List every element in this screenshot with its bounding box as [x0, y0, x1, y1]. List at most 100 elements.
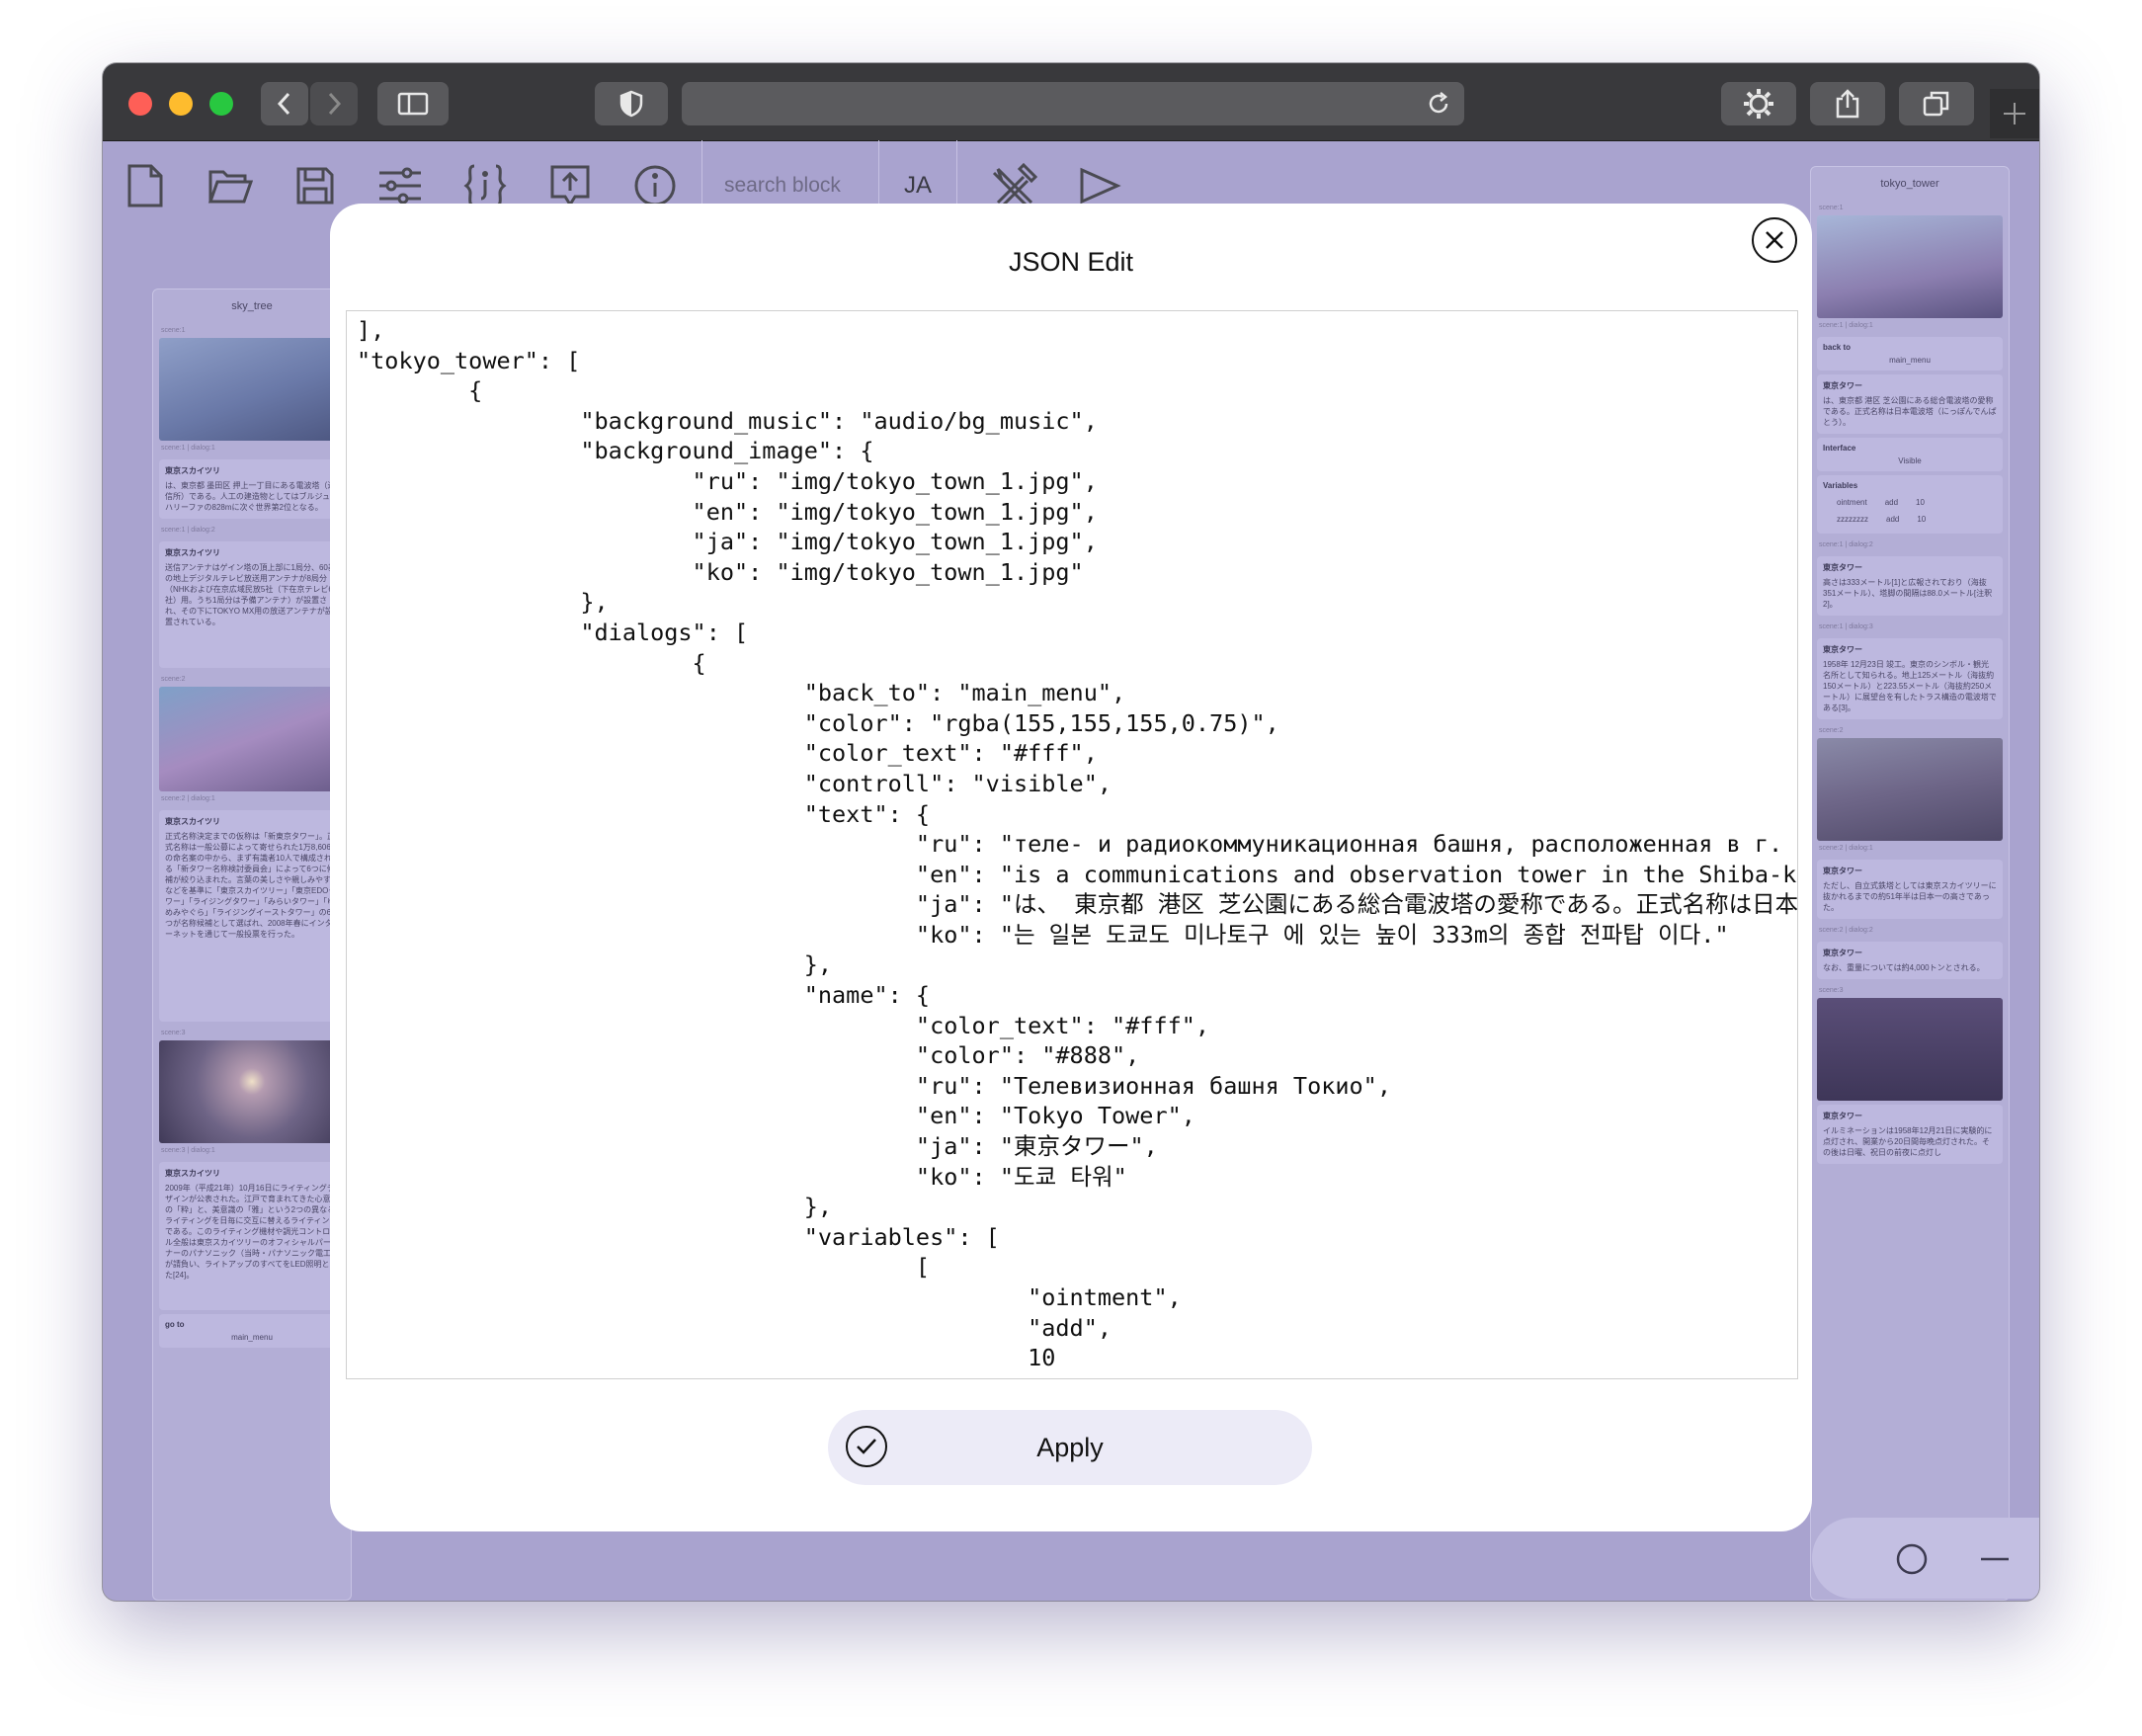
back-to-card[interactable]: back to main_menu	[1817, 337, 2003, 371]
scene-image	[159, 687, 345, 791]
forward-button[interactable]	[310, 82, 358, 125]
dialog-text: 正式名称決定までの仮称は「新東京タワー」。正式名称は一般公募によって寄せられた1…	[165, 832, 339, 939]
dialog-speaker: 東京タワー	[1823, 563, 1862, 572]
variable-value: 10	[1917, 515, 1927, 524]
dialog-card[interactable]: 東京スカイツリ は、東京都 墨田区 押上一丁目にある電波塔（送信所）である。人工…	[159, 459, 345, 519]
save-icon	[296, 167, 334, 205]
zoom-window-button[interactable]	[209, 92, 233, 116]
dialog-card[interactable]: 東京タワー イルミネーションは1958年12月21日に実験的に点灯され、開業から…	[1817, 1105, 2003, 1164]
json-braces-icon	[463, 164, 507, 207]
card-header: scene:3	[1819, 987, 1844, 994]
dialog-speaker: 東京タワー	[1823, 381, 1862, 390]
dialog-text: は、東京都 墨田区 押上一丁目にある電波塔（送信所）である。人工の建造物としては…	[165, 481, 338, 512]
back-to-target[interactable]: main_menu	[1823, 356, 1997, 365]
dialog-card[interactable]: 東京タワー なお、重量については約4,000トンとされる。	[1817, 942, 2003, 979]
modal-title: JSON Edit	[1008, 247, 1134, 277]
back-button[interactable]	[261, 82, 308, 125]
dialog-speaker: 東京タワー	[1823, 1112, 1862, 1120]
interface-label: Interface	[1823, 444, 1856, 453]
dialog-text: ただし、自立式鉄塔としては東京スカイツリーに抜かれるまでの約51年半は日本一の高…	[1823, 881, 1997, 912]
dialog-text: なお、重量については約4,000トンとされる。	[1823, 963, 1985, 972]
panel-title: tokyo_tower	[1880, 178, 1939, 190]
minus-icon[interactable]	[1978, 1542, 2012, 1576]
settings-button[interactable]	[1721, 82, 1796, 125]
left-scene-panel: sky_tree scene:1 scene:1 | dialog:1 東京スカ…	[152, 289, 352, 1601]
dialog-card[interactable]: 東京タワー 高さは333メートル[1]と広報されており（海抜 351メートル）、…	[1817, 556, 2003, 616]
chevron-right-icon	[328, 92, 342, 116]
info-icon	[634, 165, 676, 207]
variable-op: add	[1884, 498, 1899, 507]
dialog-text: 1958年 12月23日 竣工。東京のシンボル・観光名所として知られる。地上12…	[1823, 660, 1997, 712]
floating-controls	[1812, 1518, 2039, 1599]
card-header: scene:2 | dialog:1	[161, 795, 215, 802]
dialog-speaker: 東京タワー	[1823, 645, 1862, 654]
privacy-shield-button[interactable]	[595, 82, 668, 125]
variable-name: ointment	[1837, 498, 1867, 507]
open-file-button[interactable]	[188, 140, 273, 231]
dialog-speaker: 東京タワー	[1823, 867, 1862, 875]
circle-icon[interactable]	[1895, 1542, 1929, 1576]
sidebar-icon	[397, 92, 429, 116]
browser-titlebar	[103, 63, 2039, 141]
reload-icon[interactable]	[1427, 92, 1450, 116]
dialog-card[interactable]: 東京タワー 1958年 12月23日 竣工。東京のシンボル・観光名所として知られ…	[1817, 638, 2003, 719]
scene-image	[1817, 215, 2003, 318]
scene-image	[1817, 738, 2003, 841]
card-header: scene:1 | dialog:2	[1819, 541, 1873, 548]
dialog-speaker: 東京スカイツリ	[165, 466, 220, 475]
dialog-text: 送信アンテナはゲイン塔の頂上部に1局分、60基の地上デジタルテレビ放送用アンテナ…	[165, 563, 336, 626]
card-header: scene:2	[161, 676, 186, 683]
interface-value[interactable]: Visible	[1823, 456, 1997, 465]
minimize-window-button[interactable]	[169, 92, 193, 116]
goto-target[interactable]: main_menu	[165, 1333, 339, 1342]
variable-name: zzzzzzzz	[1837, 515, 1868, 524]
json-edit-modal: JSON Edit ], "tokyo_tower": [ { "backgro…	[330, 204, 1812, 1531]
card-header: scene:1 | dialog:1	[1819, 322, 1873, 329]
address-bar[interactable]	[682, 82, 1464, 125]
card-header: scene:1	[161, 327, 186, 334]
close-window-button[interactable]	[128, 92, 152, 116]
goto-card[interactable]: go to main_menu	[159, 1314, 345, 1348]
interface-card[interactable]: Interface Visible	[1817, 438, 2003, 471]
card-header: scene:1 | dialog:3	[1819, 623, 1873, 630]
plus-icon	[2004, 103, 2025, 124]
dialog-card[interactable]: 東京タワー は、東京都 港区 芝公園にある総合電波塔の愛称である。正式名称は日本…	[1817, 374, 2003, 434]
new-tab-button[interactable]	[1990, 89, 2039, 138]
apply-label: Apply	[1036, 1433, 1104, 1462]
new-file-button[interactable]	[103, 140, 188, 231]
gear-icon	[1744, 89, 1773, 119]
tools-icon	[992, 163, 1037, 208]
close-modal-button[interactable]	[1752, 217, 1797, 263]
dialog-card[interactable]: 東京タワー ただし、自立式鉄塔としては東京スカイツリーに抜かれるまでの約51年半…	[1817, 860, 2003, 919]
card-header: scene:2 | dialog:2	[1819, 927, 1873, 934]
play-icon	[1080, 167, 1121, 205]
variable-op: add	[1886, 515, 1900, 524]
share-icon	[1836, 89, 1859, 119]
variable-row[interactable]: ointment add 10	[1823, 494, 1997, 511]
dialog-card[interactable]: 東京スカイツリ 送信アンテナはゲイン塔の頂上部に1局分、60基の地上デジタルテレ…	[159, 541, 345, 668]
card-header: scene:3 | dialog:1	[161, 1147, 215, 1154]
dialog-card[interactable]: 東京スカイツリ 正式名称決定までの仮称は「新東京タワー」。正式名称は一般公募によ…	[159, 810, 345, 1022]
json-editor-textarea[interactable]: ], "tokyo_tower": [ { "background_music"…	[346, 310, 1798, 1379]
dialog-text: イルミネーションは1958年12月21日に実験的に点灯され、開業から20日間毎晩…	[1823, 1126, 1993, 1157]
json-code[interactable]: ], "tokyo_tower": [ { "background_music"…	[347, 311, 1797, 1373]
close-icon	[1766, 231, 1783, 249]
variables-card[interactable]: Variables ointment add 10 zzzzzzzz add 1…	[1817, 475, 2003, 534]
shield-icon	[619, 90, 643, 118]
share-button[interactable]	[1810, 82, 1885, 125]
variable-value: 10	[1916, 498, 1925, 507]
dialog-speaker: 東京スカイツリ	[165, 817, 220, 826]
new-file-icon	[127, 164, 163, 207]
back-to-label: back to	[1823, 343, 1852, 352]
variable-row[interactable]: zzzzzzzz add 10	[1823, 511, 1997, 528]
upload-icon	[550, 165, 590, 207]
dialog-text: 高さは333メートル[1]と広報されており（海抜 351メートル）、塔脚の間隔は…	[1823, 578, 1993, 609]
card-header: scene:2	[1819, 727, 1844, 734]
chevron-left-icon	[277, 92, 290, 116]
tab-overview-button[interactable]	[1899, 82, 1974, 125]
scene-image	[159, 1040, 345, 1143]
apply-button[interactable]: Apply	[828, 1410, 1312, 1485]
card-header: scene:1	[1819, 205, 1844, 211]
sidebar-toggle-button[interactable]	[377, 82, 449, 125]
dialog-card[interactable]: 東京スカイツリ 2009年（平成21年）10月16日にライティングデザインが公表…	[159, 1162, 345, 1310]
